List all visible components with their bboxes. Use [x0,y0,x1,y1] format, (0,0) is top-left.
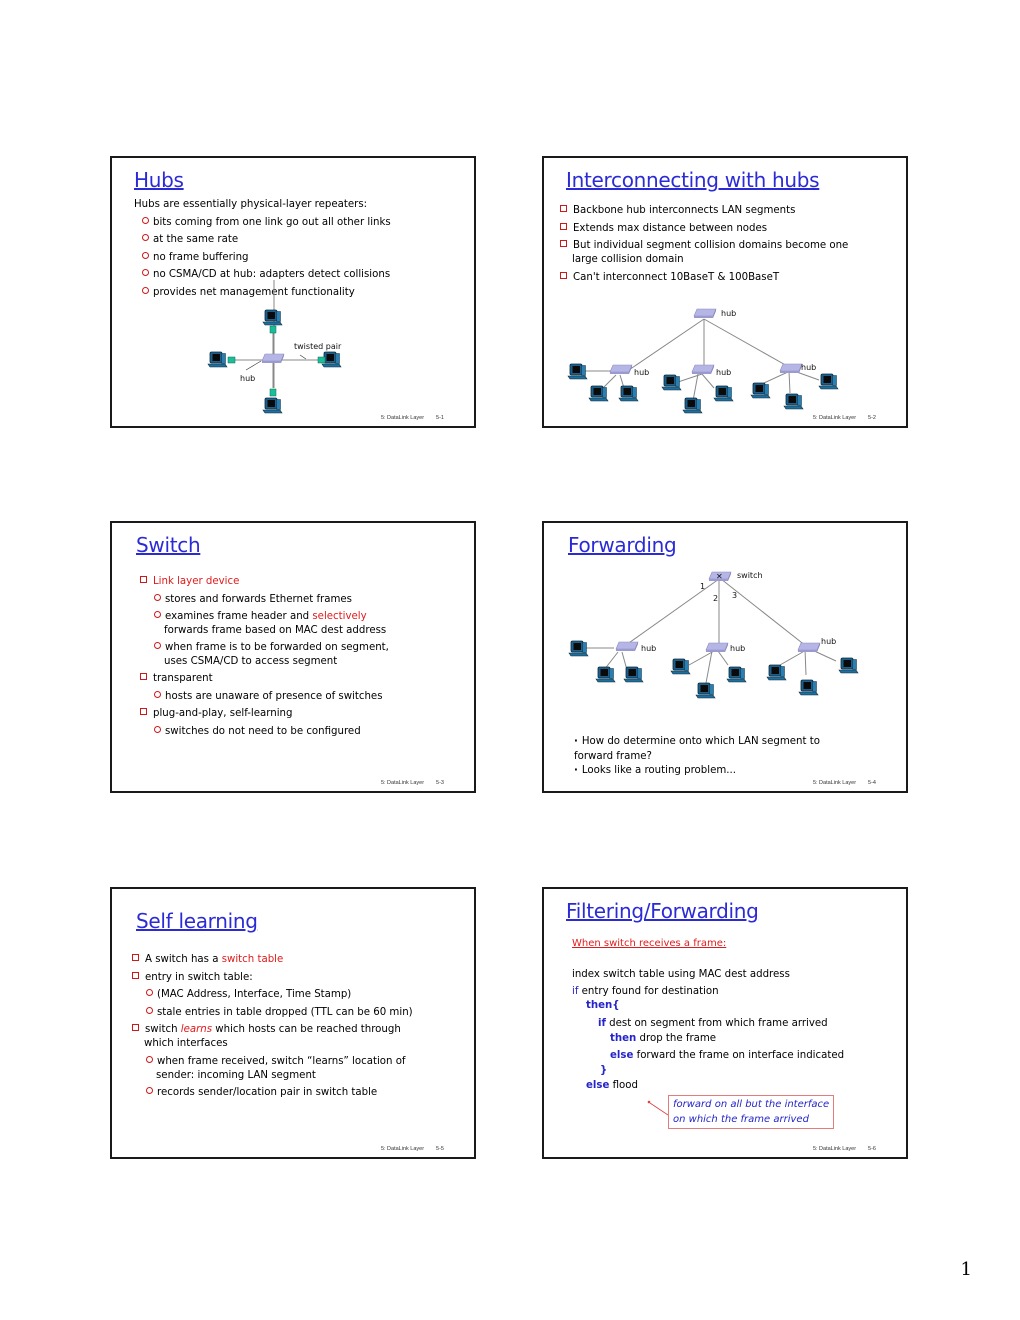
hub-label: hub [641,644,656,653]
computer-icon [588,385,609,402]
computer-icon [695,682,716,699]
page-number: 1 [960,1259,972,1280]
hub-icon [615,641,639,652]
cable-pointer [299,354,307,360]
bullet: A switch has a switch table [132,951,413,969]
slide-footer: 5: DataLink Layer 5-1 [380,415,444,421]
hub-icon [691,364,715,375]
highlight-text: learns [180,1024,213,1036]
hub-label: hub [821,637,836,646]
slide-filtering-forwarding: Filtering/Forwarding When switch receive… [542,887,908,1159]
adapter-icon [227,356,236,364]
hub-icon [261,353,285,364]
hub-icon [779,363,803,374]
backbone-hub-icon [693,308,717,319]
hub-pointer [245,360,262,371]
computer-icon [670,658,691,675]
port-label: 1 [700,582,705,591]
forwarding-notes: How do determine onto which LAN segment … [574,735,820,779]
computer-icon [713,385,734,402]
slide-footer: 5: DataLink Layer 5-6 [812,1146,876,1152]
note-line: How do determine onto which LAN segment … [574,735,820,750]
slide-body: Link layer device stores and forwards Et… [140,573,389,740]
slide-hubs: Hubs Hubs are essentially physical-layer… [110,156,476,428]
flood-note: forward on all but the interface on whic… [668,1095,835,1129]
hub-label: hub [240,374,255,383]
bullet: hosts are unaware of presence of switche… [140,688,389,706]
note-line: Looks like a routing problem... [574,764,820,779]
computer-icon [783,393,804,410]
slide-footer: 5: DataLink Layer 5-5 [380,1146,444,1152]
slide-interconnecting-hubs: Interconnecting with hubs Backbone hub i… [542,156,908,428]
bullet: when frame received, switch “learns” loc… [132,1051,413,1069]
bullet: records sender/location pair in switch t… [132,1083,413,1102]
slide-forwarding: Forwarding ✕ switch 1 2 3 hub hub hub · … [542,521,908,793]
bullet-continuation: which interfaces [144,1038,228,1050]
slide-footer: 5: DataLink Layer 5-3 [380,780,444,786]
bullet-continuation: uses CSMA/CD to access segment [164,656,338,667]
computer-icon-top [262,309,283,326]
port-label: 2 [713,594,718,603]
bullet: stale entries in table dropped (TTL can … [132,1004,413,1022]
adapter-icon [269,388,277,397]
hub-label: hub [730,644,745,653]
hub-label: hub [634,368,649,377]
computer-icon [818,373,839,390]
slide-self-learning: Self learning A switch has a switch tabl… [110,887,476,1159]
computer-icon [766,664,787,681]
bullet: stores and forwards Ethernet frames [140,591,389,609]
slide-title: Self learning [136,909,258,933]
hub-icon [797,642,821,653]
bullet: plug-and-play, self-learning [140,705,389,723]
adapter-icon [317,356,326,364]
computer-icon [838,657,859,674]
backbone-hub-label: hub [721,309,736,318]
computer-icon-bottom [262,397,283,414]
slide-footer: 5: DataLink Layer 5-4 [812,780,876,786]
bullet: entry in switch table: [132,969,413,987]
computer-icon [623,666,644,683]
slide-switch: Switch Link layer device stores and forw… [110,521,476,793]
hub-label: hub [716,368,731,377]
computer-icon [595,666,616,683]
computer-icon [618,385,639,402]
computer-icon [661,374,682,391]
bullet-continuation: forwards frame based on MAC dest address [164,625,387,636]
hub-label: hub [801,363,816,372]
slide-title: Switch [136,533,201,557]
highlight-text: selectively [312,611,367,622]
bullet: when frame is to be forwarded on segment… [140,638,389,655]
bullet: (MAC Address, Interface, Time Stamp) [132,986,413,1004]
switch-label: switch [737,571,763,580]
slide-footer: 5: DataLink Layer 5-2 [812,415,876,421]
bullet: Link layer device [140,573,389,591]
bullet-continuation: sender: incoming LAN segment [156,1070,316,1082]
hub-icon [609,364,633,375]
note-line: forward frame? [574,750,652,762]
bullet: transparent [140,669,389,688]
computer-icon [567,363,588,380]
twisted-pair-label: twisted pair [294,342,342,351]
bullet: examines frame header and selectively [140,608,389,624]
highlight-text: switch table [221,954,284,965]
slide-body: A switch has a switch table entry in swi… [132,951,413,1102]
bullet: switch learns which hosts can be reached… [132,1021,413,1037]
hub-star-diagram: hub twisted pair [207,280,342,414]
hub-icon [705,642,729,653]
hub-hierarchy-diagram: hub hub hub hub [567,308,839,414]
port-label: 3 [732,591,737,600]
computer-icon-left [207,351,228,368]
adapter-icon [269,325,277,334]
bullet: switches do not need to be configured [140,723,389,741]
switch-x-mark: ✕ [716,572,723,581]
computer-icon [682,397,703,414]
computer-icon [726,666,747,683]
computer-icon [568,640,589,657]
computer-icon [750,382,771,399]
computer-icon [798,679,819,696]
